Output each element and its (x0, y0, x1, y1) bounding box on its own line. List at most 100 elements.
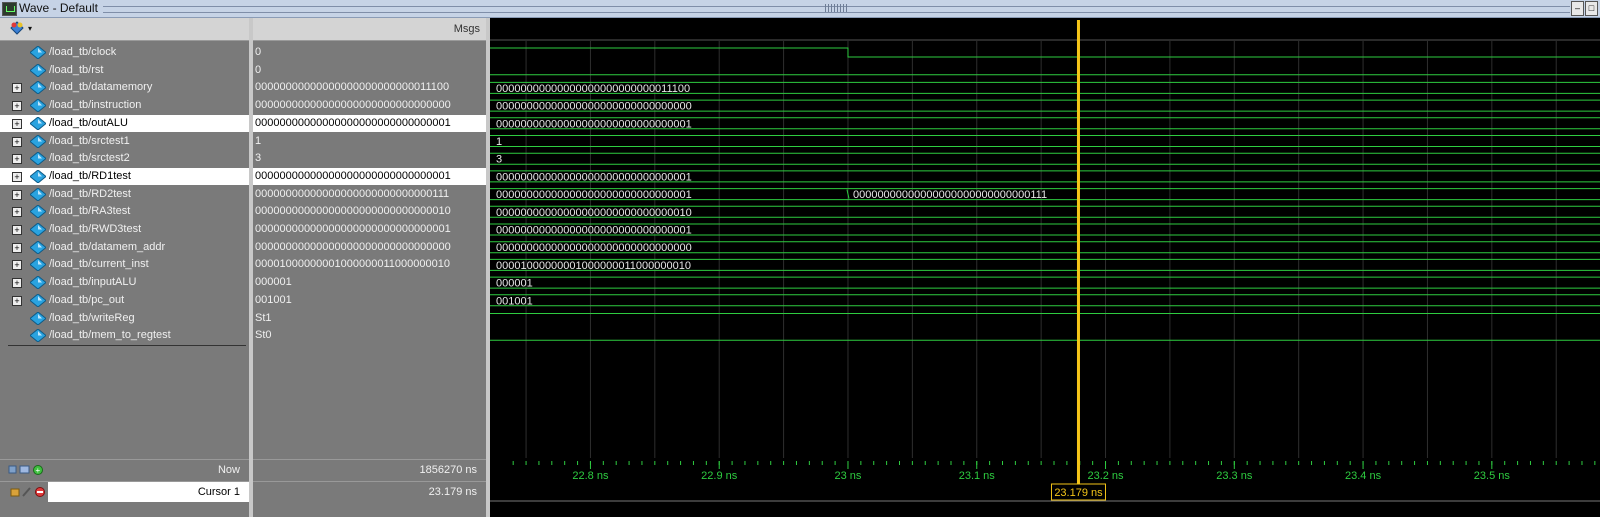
signal-row[interactable]: /load_tb/writeReg (0, 310, 249, 327)
now-toolbar-icons[interactable]: + (8, 463, 46, 477)
expand-icon[interactable]: + (12, 154, 22, 165)
expand-icon[interactable]: + (12, 207, 22, 218)
signal-value: 00000000000000000000000000000001 (255, 223, 451, 235)
signal-name: /load_tb/srctest1 (49, 134, 130, 147)
signal-row[interactable]: + /load_tb/datamemory (0, 79, 249, 96)
expand-icon[interactable]: + (12, 242, 22, 253)
signal-name: /load_tb/RWD3test (49, 223, 142, 235)
expand-icon[interactable]: + (12, 101, 22, 112)
bus-value-label: 00000000000000000000000000000001 (496, 171, 692, 183)
waveform-pane[interactable]: 00000000000000000000000000011100 00000000… (490, 18, 1600, 517)
signal-value: 00001000000001000000011000000010 (255, 258, 450, 271)
ruler-tick-label: 23.2 ns (1087, 470, 1124, 482)
now-value: 1856270 ns (419, 464, 478, 476)
expand-icon[interactable]: + (12, 278, 22, 289)
signal-value-row[interactable]: 000001 (253, 274, 486, 291)
signal-name: /load_tb/clock (49, 46, 117, 58)
signal-name: /load_tb/current_inst (49, 258, 149, 271)
palette-dropdown-arrow[interactable]: ▾ (28, 24, 32, 33)
signal-row[interactable]: + /load_tb/RA3test (0, 203, 249, 220)
signal-value: 0 (255, 46, 262, 58)
signal-value-row[interactable]: 00000000000000000000000000000010 (253, 203, 486, 220)
signal-row[interactable]: + /load_tb/inputALU (0, 274, 249, 291)
signal-value-row[interactable]: 00000000000000000000000000000111 (253, 186, 486, 203)
expand-icon[interactable]: + (12, 83, 22, 94)
signal-value-row[interactable]: 00000000000000000000000000011100 (253, 79, 486, 96)
signal-row[interactable]: + /load_tb/srctest1 (0, 133, 249, 150)
signal-name: /load_tb/pc_out (49, 293, 125, 306)
signal-value: 00000000000000000000000000000000 (255, 99, 451, 112)
signal-row[interactable]: + /load_tb/RD2test (0, 186, 249, 203)
names-header: ▾ (0, 18, 249, 41)
signal-row[interactable]: + /load_tb/outALU (0, 114, 249, 132)
maximize-button[interactable]: □ (1585, 1, 1598, 16)
expand-icon[interactable]: + (12, 136, 22, 147)
signal-value: 00000000000000000000000000000111 (255, 187, 450, 200)
signal-value-row[interactable]: 3 (253, 150, 486, 167)
signal-name: /load_tb/RA3test (49, 205, 131, 218)
ruler-tick-label: 23.5 ns (1474, 470, 1511, 482)
wave-window-icon (2, 2, 17, 16)
signal-value-row[interactable]: 00001000000001000000011000000010 (253, 256, 486, 273)
signal-value-row[interactable]: 00000000000000000000000000000000 (253, 239, 486, 256)
ruler-tick-label: 23.4 ns (1345, 470, 1382, 482)
cursor-toolbar-icons[interactable] (10, 485, 48, 499)
signal-value-row[interactable]: 00000000000000000000000000000001 (253, 167, 486, 185)
ruler-tick-label: 23.1 ns (959, 470, 996, 482)
bus-value-label: 3 (496, 154, 502, 166)
window-titlebar[interactable]: Wave - Default – □ (0, 0, 1600, 18)
signal-value-row[interactable]: St0 (253, 327, 486, 344)
signal-name: /load_tb/writeReg (49, 311, 135, 324)
signal-value: 3 (255, 152, 262, 165)
names-divider (8, 345, 246, 346)
bus-value-label: 00001000000001000000011000000010 (496, 260, 691, 272)
ruler-tick-label: 22.8 ns (572, 470, 609, 482)
signal-name: /load_tb/RD1test (49, 169, 131, 182)
minimize-button[interactable]: – (1571, 1, 1584, 16)
titlebar-handle[interactable] (825, 4, 847, 12)
cursor-label: Cursor 1 (197, 486, 240, 498)
signal-name: /load_tb/mem_to_regtest (49, 329, 171, 342)
palette-icon[interactable] (10, 21, 24, 35)
ruler-tick-label: 22.9 ns (701, 470, 738, 482)
ruler-tick-label: 23 ns (835, 470, 862, 482)
cursor-bar (490, 481, 1600, 501)
signal-value-row[interactable]: 00000000000000000000000000000000 (253, 97, 486, 114)
expand-icon[interactable]: + (12, 260, 22, 271)
ruler-tick-label: 23.3 ns (1216, 470, 1253, 482)
signal-names-pane: ▾ /load_tb/clock/load_tb/rst + /load_tb/da… (0, 18, 249, 517)
signal-row[interactable]: + /load_tb/current_inst (0, 256, 249, 273)
expand-icon[interactable]: + (12, 189, 22, 200)
signal-value-row[interactable]: 0 (253, 44, 486, 61)
signal-value-row[interactable]: 1 (253, 133, 486, 150)
signal-value-row[interactable]: 001001 (253, 292, 486, 309)
cursor-row: Cursor 1 (0, 481, 249, 502)
signal-value-row[interactable]: 00000000000000000000000000000001 (253, 114, 486, 132)
signal-value: 000001 (255, 276, 292, 289)
signal-row[interactable]: + /load_tb/srctest2 (0, 150, 249, 167)
signal-name: /load_tb/inputALU (49, 276, 137, 289)
expand-icon[interactable]: + (12, 295, 22, 306)
signal-row[interactable]: /load_tb/clock (0, 44, 249, 61)
signal-row[interactable]: + /load_tb/instruction (0, 97, 249, 114)
signal-row[interactable]: + /load_tb/pc_out (0, 292, 249, 309)
expand-icon[interactable]: + (12, 118, 22, 129)
expand-icon[interactable]: + (12, 171, 22, 182)
bus-value-label: 00000000000000000000000000000000 (496, 242, 692, 254)
signal-row[interactable]: /load_tb/rst (0, 62, 249, 79)
bus-value-label: 00000000000000000000000000000111 (853, 189, 1047, 201)
signal-row[interactable]: + /load_tb/RWD3test (0, 221, 249, 238)
signal-value: 00000000000000000000000000000001 (255, 169, 451, 182)
signal-value: 1 (255, 134, 262, 147)
bus-value-label: 00000000000000000000000000011100 (496, 83, 690, 95)
expand-icon[interactable]: + (12, 225, 22, 235)
signal-value-row[interactable]: 00000000000000000000000000000001 (253, 221, 486, 238)
signal-value-row[interactable]: St1 (253, 310, 486, 327)
signal-value-row[interactable]: 0 (253, 62, 486, 79)
signal-row[interactable]: + /load_tb/datamem_addr (0, 239, 249, 256)
signal-row[interactable]: /load_tb/mem_to_regtest (0, 327, 249, 344)
timeline-ruler (490, 458, 1600, 479)
signal-row[interactable]: + /load_tb/RD1test (0, 167, 249, 185)
bus-value-label: 00000000000000000000000000000001 (496, 189, 692, 201)
bus-value-label: 1 (496, 136, 502, 148)
